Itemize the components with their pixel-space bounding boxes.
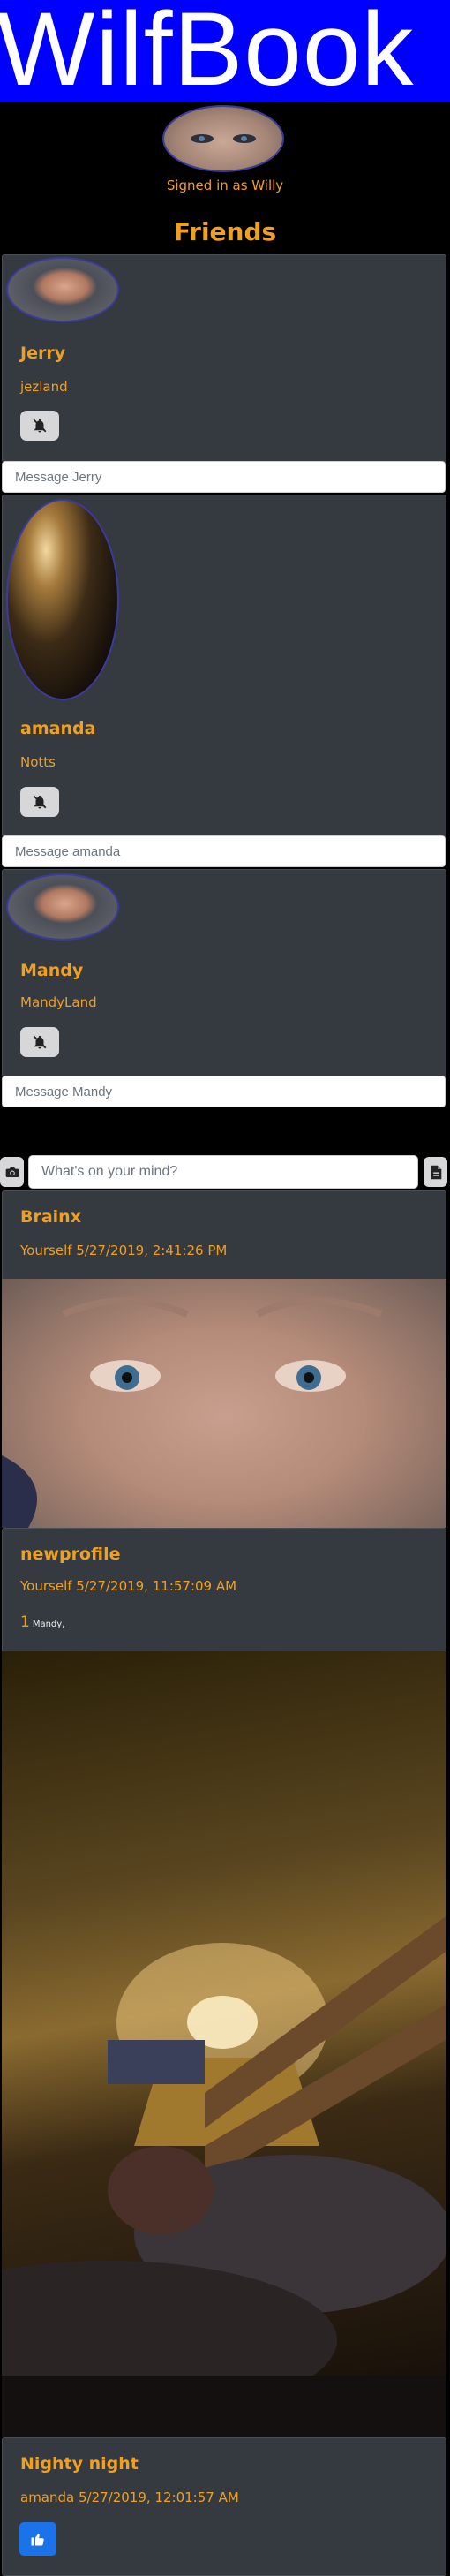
post-image[interactable] (2, 1651, 446, 2437)
message-input-mandy[interactable] (2, 1076, 446, 1107)
signed-in-label: Signed in as Willy (166, 178, 284, 193)
post-title: Nighty night (20, 2454, 139, 2474)
like-button[interactable] (19, 2522, 56, 2556)
avatar-eye-right (233, 134, 256, 143)
friend-avatar[interactable] (8, 259, 117, 321)
bell-slash-icon (33, 1035, 47, 1049)
friend-card-jerry: Jerry jezland (2, 254, 446, 463)
eyes-photo (2, 1297, 383, 1528)
bell-slash-icon (33, 419, 47, 433)
friend-card-amanda: amanda Notts (2, 495, 446, 837)
file-icon (430, 1165, 441, 1179)
avatar-eye-left (191, 134, 214, 143)
mute-button[interactable] (20, 787, 59, 817)
message-input-amanda[interactable] (2, 835, 446, 867)
friend-location: Notts (20, 754, 56, 770)
friend-name[interactable]: amanda (20, 719, 95, 738)
friend-name[interactable]: Mandy (20, 961, 83, 980)
post-meta: amanda 5/27/2019, 12:01:57 AM (20, 2489, 239, 2505)
post-image[interactable] (2, 1279, 446, 1528)
post-card: Brainx Yourself 5/27/2019, 2:41:26 PM (2, 1190, 446, 1280)
add-photo-button[interactable] (0, 1157, 24, 1187)
post-card: Nighty night amanda 5/27/2019, 12:01:57 … (2, 2437, 446, 2576)
liked-by: Mandy, (32, 1620, 65, 1629)
bedroom-photo (2, 1916, 446, 2437)
attach-file-button[interactable] (424, 1157, 447, 1187)
friends-heading: Friends (173, 217, 277, 246)
camera-icon (5, 1167, 19, 1177)
friend-location: jezland (20, 379, 68, 395)
friend-location: MandyLand (20, 994, 97, 1010)
thumbs-up-icon (31, 2534, 44, 2546)
friend-avatar[interactable] (8, 875, 117, 939)
post-title: newprofile (20, 1545, 121, 1564)
post-meta: Yourself 5/27/2019, 2:41:26 PM (20, 1243, 228, 1258)
brand-logo: WilfBook (0, 0, 415, 102)
post-card: newprofile Yourself 5/27/2019, 11:57:09 … (2, 1528, 446, 1653)
post-title: Brainx (20, 1207, 81, 1227)
friend-name[interactable]: Jerry (20, 344, 65, 363)
like-summary: 1 Mandy, (20, 1613, 64, 1631)
bell-slash-icon (33, 795, 47, 809)
mute-button[interactable] (20, 411, 59, 441)
current-user-avatar[interactable] (164, 107, 282, 170)
like-count: 1 (20, 1613, 30, 1631)
message-input-jerry[interactable] (2, 461, 446, 493)
post-meta: Yourself 5/27/2019, 11:57:09 AM (20, 1578, 237, 1594)
status-input[interactable] (28, 1155, 418, 1189)
friend-avatar[interactable] (8, 501, 117, 699)
mute-button[interactable] (20, 1027, 59, 1057)
friend-card-mandy: Mandy MandyLand (2, 869, 446, 1077)
brand-header: WilfBook (0, 0, 450, 102)
